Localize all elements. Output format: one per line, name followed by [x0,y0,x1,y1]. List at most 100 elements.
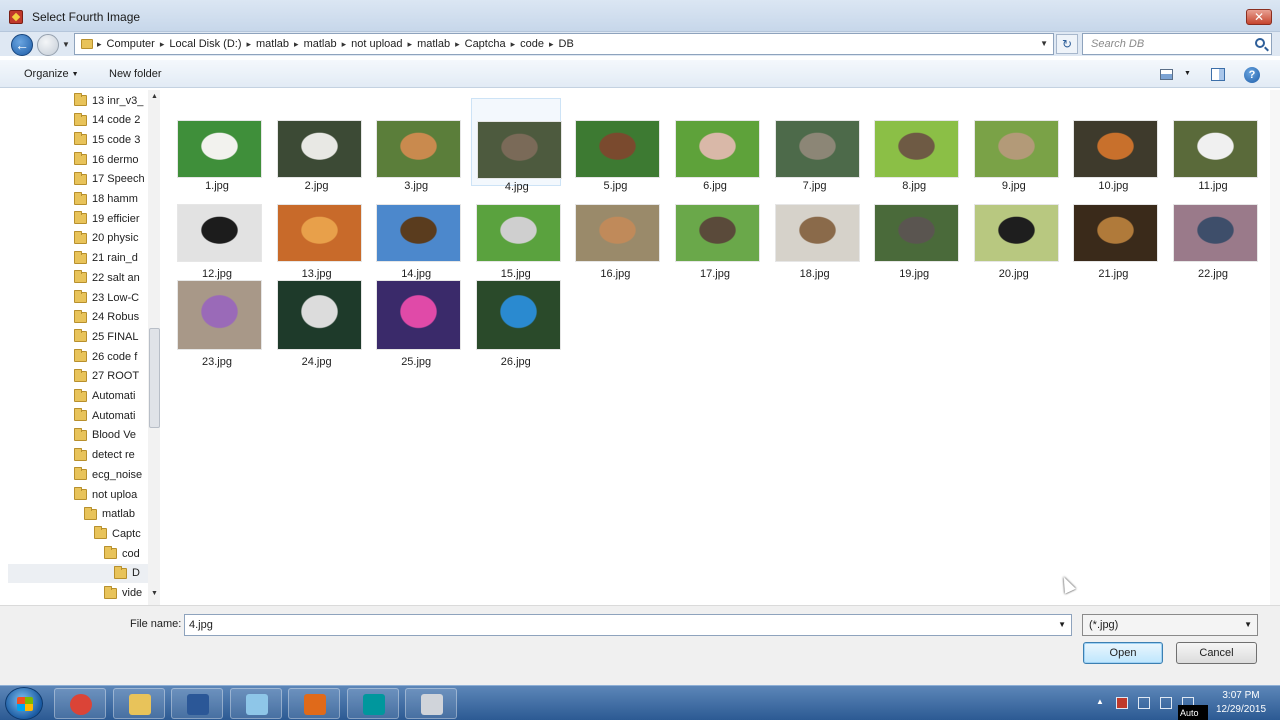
file-name-input[interactable]: 4.jpg ▼ [184,614,1072,636]
show-hidden-icons-icon[interactable]: ▲ [1096,697,1108,709]
sidebar-item[interactable]: 17 Speech [8,170,148,189]
sidebar-item[interactable]: not uploa [8,485,148,504]
sidebar-item[interactable]: 21 rain_d [8,249,148,268]
sidebar-item[interactable]: Automati [8,406,148,425]
file-item[interactable]: 9.jpg [969,98,1059,192]
file-item[interactable]: 24.jpg [272,276,362,374]
sidebar-item[interactable]: ecg_noise [8,465,148,484]
file-item[interactable]: 17.jpg [670,186,760,280]
scrollbar-thumb[interactable] [149,328,160,428]
matlab-taskbar-button[interactable] [288,688,340,719]
breadcrumb-item[interactable]: matlab [299,38,342,50]
file-item[interactable]: 26.jpg [471,276,561,374]
sidebar-item[interactable]: 25 FINAL [8,327,148,346]
file-item[interactable]: 25.jpg [371,276,462,374]
file-item[interactable]: 13.jpg [272,186,362,280]
breadcrumb-item[interactable]: Captcha [460,38,511,50]
sidebar-item[interactable]: 23 Low-C [8,288,148,307]
file-item[interactable]: 22.jpg [1168,186,1258,280]
sidebar-item[interactable]: 14 code 2 [8,111,148,130]
power-icon[interactable] [1138,697,1150,709]
breadcrumb-item[interactable]: code [515,38,549,50]
file-item[interactable]: 21.jpg [1068,186,1159,280]
sidebar-item[interactable]: D [8,563,148,583]
new-folder-button[interactable]: New folder [109,68,162,80]
sidebar-item[interactable]: Automati [8,387,148,406]
breadcrumb-item[interactable]: Local Disk (D:) [164,38,246,50]
sidebar-item[interactable]: cod [8,544,148,563]
sidebar-item[interactable]: 27 ROOT [8,367,148,386]
arduino-taskbar-button[interactable] [346,688,399,719]
help-icon[interactable]: ? [1244,67,1260,83]
file-item[interactable]: 23.jpg [172,276,262,374]
chevron-down-icon[interactable]: ▼ [1058,620,1066,629]
sidebar-item[interactable]: 18 hamm [8,190,148,209]
refresh-button[interactable]: ↻ [1056,34,1078,54]
window-taskbar-button[interactable] [405,688,457,719]
file-item[interactable]: 8.jpg [869,98,960,192]
file-list[interactable]: 1.jpg 2.jpg 3.jpg 4.jpg 5.jpg 6.jpg 7.jpg 8.jpg… [160,90,1270,605]
back-button[interactable]: ← [11,34,33,56]
search-icon[interactable] [1255,38,1265,48]
address-dropdown[interactable]: ▼ [1040,39,1048,48]
sidebar-item[interactable]: matlab [8,505,148,524]
organize-button[interactable]: Organize ▼ [24,68,79,80]
breadcrumb-item[interactable]: not upload [346,38,407,50]
sidebar-item[interactable]: 22 salt an [8,268,148,287]
flag-icon[interactable] [1116,697,1128,709]
file-type-select[interactable]: (*.jpg) ▼ [1082,614,1258,636]
search-input[interactable]: Search DB [1082,33,1272,55]
file-item[interactable]: 20.jpg [969,186,1059,280]
file-item[interactable]: 1.jpg [172,98,262,192]
file-item[interactable]: 16.jpg [570,186,661,280]
sidebar-item[interactable]: 15 code 3 [8,130,148,149]
file-item[interactable]: 2.jpg [272,98,362,192]
breadcrumb-item[interactable]: Computer [102,38,160,50]
file-item[interactable]: 18.jpg [770,186,860,280]
preview-pane-icon[interactable] [1211,68,1225,81]
sidebar-item[interactable]: 16 dermo [8,150,148,169]
file-item[interactable]: 15.jpg [471,186,561,280]
file-item[interactable]: 5.jpg [570,98,661,192]
cancel-button[interactable]: Cancel [1176,642,1257,664]
breadcrumb-item[interactable]: matlab [251,38,294,50]
file-item[interactable]: 12.jpg [172,186,262,280]
navigation-pane[interactable]: ▲ ▼ 13 inr_v3_ 14 code 2 15 code 3 16 dermo… [8,90,161,605]
change-view-icon[interactable] [1160,69,1173,80]
file-item[interactable]: 19.jpg [869,186,960,280]
file-item[interactable]: 11.jpg [1168,98,1258,192]
open-button[interactable]: Open [1083,642,1163,664]
sidebar-item[interactable]: 13 inr_v3_ [8,91,148,110]
file-item[interactable]: 7.jpg [770,98,860,192]
sidebar-item[interactable]: 26 code f [8,347,148,366]
file-item[interactable]: 6.jpg [670,98,760,192]
network-icon[interactable] [1160,697,1172,709]
sidebar-item[interactable]: 19 efficier [8,209,148,228]
start-button[interactable] [5,687,43,720]
address-bar[interactable]: ▸ Computer ▸ Local Disk (D:) ▸ matlab ▸ matlab ▸… [74,33,1054,55]
file-item[interactable]: 10.jpg [1068,98,1159,192]
close-button[interactable]: ✕ [1246,9,1272,25]
file-item[interactable]: 14.jpg [371,186,462,280]
clock[interactable]: 3:07 PM 12/29/2015 [1207,689,1275,717]
file-explorer-taskbar-button[interactable] [112,688,165,719]
sidebar-item[interactable]: detect re [8,446,148,465]
view-options-dropdown[interactable]: ▼ [1184,70,1191,77]
sidebar-item[interactable]: 20 physic [8,229,148,248]
content-scrollbar[interactable] [1270,90,1280,605]
file-item[interactable]: 4.jpg [470,98,562,193]
forward-button[interactable] [37,34,59,56]
chrome-taskbar-button[interactable] [54,688,106,719]
scroll-up-icon[interactable]: ▲ [151,93,158,100]
sidebar-item[interactable]: vide [8,584,148,603]
notepad-taskbar-button[interactable] [229,688,282,719]
sidebar-item[interactable]: Blood Ve [8,426,148,445]
breadcrumb-item[interactable]: DB [554,38,579,50]
file-item[interactable]: 3.jpg [371,98,462,192]
breadcrumb-item[interactable]: matlab [412,38,455,50]
scroll-down-icon[interactable]: ▼ [151,590,158,597]
recent-pages-dropdown[interactable]: ▼ [62,40,70,49]
word-taskbar-button[interactable] [171,688,223,719]
sidebar-item[interactable]: 24 Robus [8,308,148,327]
sidebar-item[interactable]: Captc [8,524,148,543]
